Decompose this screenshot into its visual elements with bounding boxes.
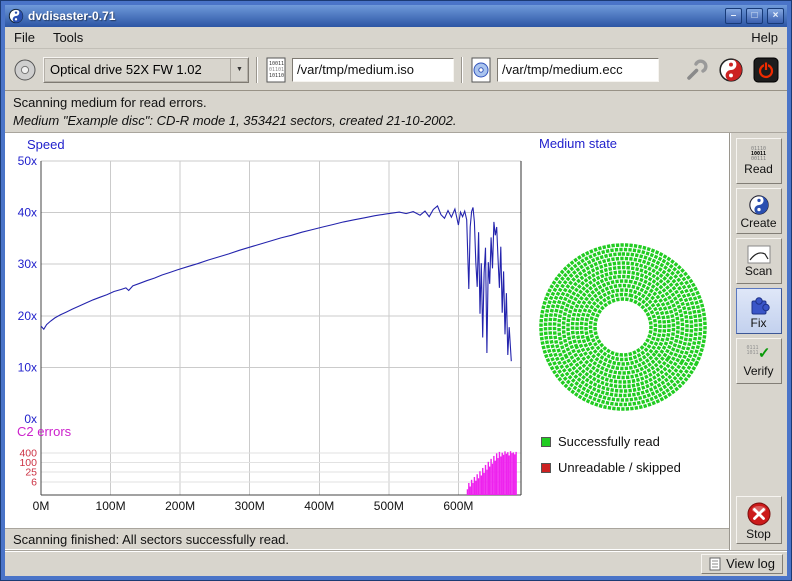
legend-label-success: Successfully read bbox=[558, 434, 660, 449]
svg-text:100M: 100M bbox=[96, 499, 126, 513]
verify-button[interactable]: 0111 1011 ✓ Verify bbox=[736, 338, 782, 384]
toolbar: Optical drive 52X FW 1.02 ▼ 10011 01101 … bbox=[5, 49, 787, 91]
app-window: dvdisaster-0.71 – □ × File Tools Help Op… bbox=[0, 0, 792, 581]
read-button[interactable]: 01110 10011 00111 Read bbox=[736, 138, 782, 184]
chevron-down-icon[interactable]: ▼ bbox=[230, 58, 248, 82]
menu-file[interactable]: File bbox=[5, 28, 44, 47]
minimize-button[interactable]: – bbox=[725, 8, 742, 24]
create-button[interactable]: Create bbox=[736, 188, 782, 234]
svg-text:200M: 200M bbox=[165, 499, 195, 513]
image-file-icon: 10011 01101 10110 bbox=[265, 57, 287, 83]
status-line-1: Scanning medium for read errors. bbox=[13, 94, 779, 112]
scan-chart-region: 0M100M200M300M400M500M600M0x10x20x30x40x… bbox=[5, 133, 729, 528]
quit-power-icon[interactable] bbox=[753, 57, 779, 83]
toolbar-separator bbox=[256, 57, 258, 83]
svg-text:20x: 20x bbox=[18, 309, 37, 323]
scan-result-statusbar: Scanning finished: All sectors successfu… bbox=[5, 528, 729, 550]
red-square-icon bbox=[541, 463, 551, 473]
puzzle-piece-icon bbox=[748, 294, 770, 316]
svg-text:500M: 500M bbox=[374, 499, 404, 513]
drive-select[interactable]: Optical drive 52X FW 1.02 ▼ bbox=[43, 57, 249, 83]
stop-button[interactable]: Stop bbox=[736, 496, 782, 544]
medium-state-label: Medium state bbox=[539, 136, 617, 151]
legend-label-unreadable: Unreadable / skipped bbox=[558, 460, 681, 475]
scan-button[interactable]: Scan bbox=[736, 238, 782, 284]
log-page-icon bbox=[709, 557, 721, 571]
svg-text:300M: 300M bbox=[235, 499, 265, 513]
app-icon bbox=[8, 8, 24, 24]
svg-text:40x: 40x bbox=[18, 206, 37, 220]
svg-text:50x: 50x bbox=[18, 154, 37, 168]
svg-text:600M: 600M bbox=[443, 499, 473, 513]
binary-icon: 01110 10011 00111 bbox=[751, 147, 766, 162]
green-square-icon bbox=[541, 437, 551, 447]
status-area: Scanning medium for read errors. Medium … bbox=[5, 91, 787, 133]
ecc-path-input[interactable] bbox=[497, 58, 659, 82]
content: 0M100M200M300M400M500M600M0x10x20x30x40x… bbox=[5, 133, 787, 550]
menu-tools[interactable]: Tools bbox=[44, 28, 92, 47]
menu-help[interactable]: Help bbox=[742, 28, 787, 47]
medium-info-line: Medium "Example disc": CD-R mode 1, 3534… bbox=[13, 112, 779, 130]
svg-text:0M: 0M bbox=[33, 499, 50, 513]
iso-path-input[interactable] bbox=[292, 58, 454, 82]
bottom-bar: View log bbox=[5, 550, 787, 576]
main-column: 0M100M200M300M400M500M600M0x10x20x30x40x… bbox=[5, 133, 729, 550]
window-title: dvdisaster-0.71 bbox=[28, 9, 721, 23]
verify-check-icon: 0111 1011 ✓ bbox=[747, 346, 771, 364]
svg-text:400M: 400M bbox=[304, 499, 334, 513]
svg-text:C2 errors: C2 errors bbox=[17, 424, 72, 439]
svg-text:30x: 30x bbox=[18, 257, 37, 271]
svg-text:10110: 10110 bbox=[269, 73, 284, 79]
legend-item-unreadable: Unreadable / skipped bbox=[541, 460, 681, 475]
toolbar-separator bbox=[461, 57, 463, 83]
toolbar-right-group bbox=[683, 57, 779, 83]
fix-button[interactable]: Fix bbox=[736, 288, 782, 334]
titlebar[interactable]: dvdisaster-0.71 – □ × bbox=[5, 5, 787, 27]
close-button[interactable]: × bbox=[767, 8, 784, 24]
svg-text:6: 6 bbox=[31, 476, 37, 488]
menubar: File Tools Help bbox=[5, 27, 787, 49]
legend-item-success: Successfully read bbox=[541, 434, 660, 449]
view-log-button[interactable]: View log bbox=[701, 554, 783, 574]
preferences-wrench-icon[interactable] bbox=[683, 57, 709, 83]
ecc-file-icon bbox=[470, 57, 492, 83]
action-sidebar: 01110 10011 00111 Read Create bbox=[729, 133, 787, 550]
view-log-label: View log bbox=[726, 556, 775, 571]
drive-select-value: Optical drive 52X FW 1.02 bbox=[44, 62, 230, 77]
chart-curve-icon bbox=[747, 245, 771, 264]
yin-yang-icon bbox=[748, 194, 770, 216]
stop-x-icon bbox=[746, 501, 772, 527]
drive-icon bbox=[13, 58, 37, 82]
help-icon[interactable] bbox=[718, 57, 744, 83]
svg-text:Speed: Speed bbox=[27, 137, 65, 152]
maximize-button[interactable]: □ bbox=[746, 8, 763, 24]
svg-text:10x: 10x bbox=[18, 360, 37, 374]
